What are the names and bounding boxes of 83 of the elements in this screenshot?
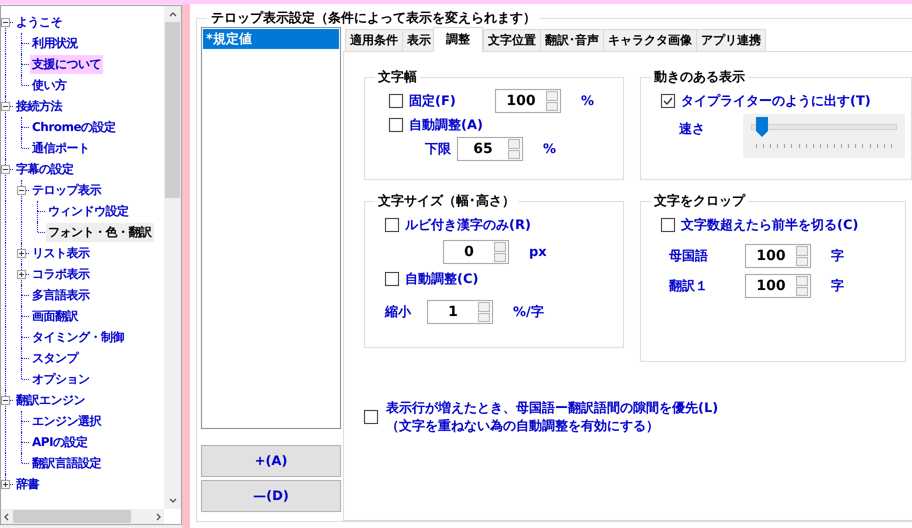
number-spinner[interactable]: 100	[745, 244, 811, 268]
tree-item[interactable]: 字幕の設定	[14, 160, 76, 179]
checkbox-label[interactable]: （文字を重ねない為の自動調整を有効にする）	[386, 417, 718, 435]
tree-item[interactable]: 多言語表示	[30, 286, 92, 305]
horizontal-scrollbar[interactable]	[1, 509, 164, 524]
collapse-icon[interactable]	[1, 18, 10, 27]
tree-item[interactable]: Chromeの設定	[30, 118, 118, 137]
tree-item[interactable]: 使い方	[30, 76, 68, 95]
number-spinner[interactable]: 65	[457, 137, 523, 161]
preset-button[interactable]: +(A)	[201, 445, 341, 477]
group-title: 文字幅	[377, 68, 418, 86]
checkbox-label[interactable]: 固定(F)	[409, 92, 489, 110]
checkbox-label[interactable]: 文字数超えたら前半を切る(C)	[681, 216, 858, 234]
checkbox[interactable]	[364, 410, 378, 424]
collapse-icon[interactable]	[1, 165, 10, 174]
slider-label: 速さ	[679, 121, 706, 138]
checkbox-label[interactable]: 表示行が増えたとき、母国語ー翻訳語間の隙間を優先(L)	[386, 399, 718, 417]
group-title: 文字サイズ（幅･高さ）	[377, 192, 516, 210]
tree-item[interactable]: スタンプ	[30, 349, 80, 368]
tree-item[interactable]: 支援について	[30, 55, 103, 74]
expand-icon[interactable]	[17, 249, 26, 258]
tab[interactable]: キャラクタ画像	[603, 29, 697, 51]
field-label: 母国語	[669, 248, 709, 265]
tree-item[interactable]: 辞書	[14, 475, 41, 494]
checkbox[interactable]	[385, 218, 399, 232]
field-label: 縮小	[385, 304, 412, 321]
tree-item[interactable]: ウィンドウ設定	[46, 202, 130, 221]
group-title: 文字をクロップ	[653, 192, 747, 210]
tree-item[interactable]: 接続方法	[14, 97, 64, 116]
checkbox[interactable]	[389, 118, 403, 132]
tree-item[interactable]: 翻訳エンジン	[14, 391, 87, 410]
tree-item[interactable]: オプション	[30, 370, 92, 389]
tab[interactable]: アプリ連携	[696, 29, 766, 51]
checkbox[interactable]	[389, 94, 403, 108]
checkbox-label[interactable]: 自動調整(C)	[405, 270, 478, 288]
expand-icon[interactable]	[17, 270, 26, 279]
collapse-icon[interactable]	[1, 102, 10, 111]
tree-item[interactable]: 翻訳言語設定	[30, 454, 103, 473]
tab[interactable]: 表示	[402, 29, 436, 51]
unit-label: %	[581, 94, 594, 108]
field-label: 翻訳１	[669, 278, 709, 295]
collapse-icon[interactable]	[1, 396, 10, 405]
tree-item[interactable]: APIの設定	[30, 433, 90, 452]
number-spinner[interactable]: 1	[427, 300, 493, 324]
unit-label: %/字	[513, 304, 544, 321]
checkbox[interactable]	[661, 218, 675, 232]
preset-list[interactable]: *規定値	[201, 27, 341, 429]
checkbox-label[interactable]: ルビ付き漢字のみ(R)	[405, 216, 531, 234]
group-title: 動きのある表示	[653, 69, 746, 86]
expand-icon[interactable]	[1, 480, 10, 489]
tree-item[interactable]: 通信ポート	[30, 139, 92, 158]
unit-label: 字	[831, 278, 844, 295]
checkbox-label[interactable]: 自動調整(A)	[409, 116, 483, 134]
tree-item[interactable]: 画面翻訳	[30, 307, 80, 326]
checkbox-label[interactable]: タイプライターのように出す(T)	[681, 92, 871, 110]
tab[interactable]: 適用条件	[345, 29, 403, 51]
number-spinner[interactable]: 100	[745, 274, 811, 298]
tree-item[interactable]: テロップ表示	[30, 181, 103, 200]
group-title: テロップ表示設定（条件によって表示を変えられます）	[210, 10, 537, 27]
number-spinner[interactable]: 100	[495, 89, 561, 113]
tree-item[interactable]: リスト表示	[30, 244, 92, 263]
tree-item[interactable]: フォント・色・翻訳	[46, 223, 154, 242]
tab[interactable]: 翻訳･音声	[540, 29, 604, 51]
tab[interactable]: 文字位置	[483, 29, 541, 51]
checkbox[interactable]	[385, 272, 399, 286]
preset-button[interactable]: —(D)	[201, 480, 341, 512]
speed-slider[interactable]	[743, 114, 905, 158]
preset-item[interactable]: *規定値	[203, 29, 339, 49]
unit-label: px	[529, 244, 547, 260]
tree-item[interactable]: ようこそ	[14, 13, 64, 32]
field-label: 下限	[424, 141, 451, 158]
tree-item[interactable]: エンジン選択	[30, 412, 103, 431]
unit-label: %	[543, 142, 556, 156]
tree-item[interactable]: 利用状況	[30, 34, 80, 53]
vertical-scrollbar[interactable]	[164, 6, 181, 509]
collapse-icon[interactable]	[17, 186, 26, 195]
checkbox[interactable]	[661, 94, 675, 108]
slider-thumb[interactable]	[756, 117, 768, 137]
tree-item[interactable]: タイミング・制御	[30, 328, 126, 347]
unit-label: 字	[831, 248, 844, 265]
tree-item[interactable]: コラボ表示	[30, 265, 92, 284]
tab[interactable]: 調整	[433, 27, 483, 52]
number-spinner[interactable]: 0	[443, 240, 509, 264]
